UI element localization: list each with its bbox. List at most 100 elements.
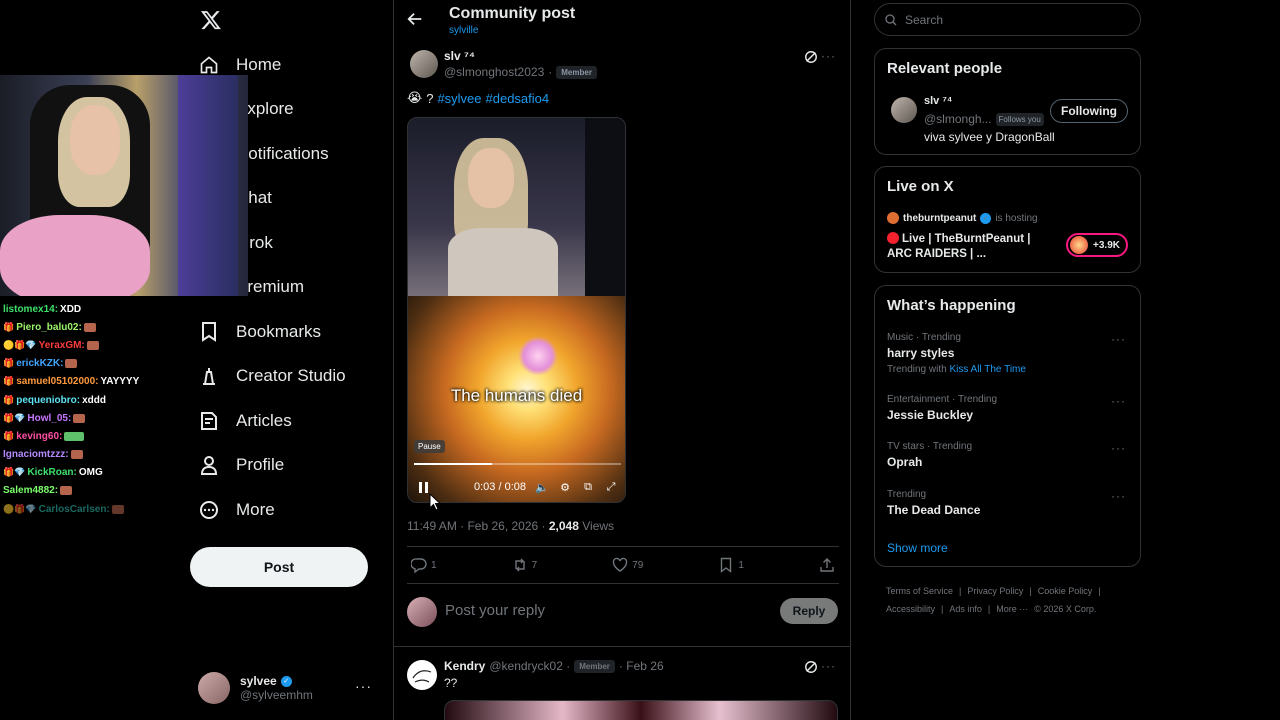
chat-user: erickKZK: <box>16 358 64 370</box>
whats-happening-card: What’s happening Music · Trending harry … <box>874 285 1141 567</box>
avatar[interactable] <box>410 50 438 78</box>
webcam-overlay <box>0 75 248 296</box>
post-button[interactable]: Post <box>190 547 368 587</box>
volume-icon[interactable]: 🔈 <box>535 480 549 494</box>
chat-message: 🎁 erickKZK: <box>3 355 243 373</box>
member-badge: Member <box>574 659 615 673</box>
reply-button[interactable]: Reply <box>780 598 838 624</box>
reply-action[interactable]: 1 <box>411 557 437 573</box>
chat-user: CarlosCarlsen: <box>38 503 110 515</box>
nav-label: Articles <box>236 411 292 430</box>
person-name[interactable]: slv ⁷⁴ <box>924 95 952 107</box>
back-arrow-icon[interactable] <box>406 10 424 28</box>
community-link[interactable]: sylville <box>449 25 478 36</box>
like-count: 79 <box>632 559 644 571</box>
listener-count[interactable]: +3.9K <box>1066 233 1128 257</box>
trend-topic: Oprah <box>887 455 923 469</box>
trend-item[interactable]: TV stars · Trending Oprah ··· <box>887 441 1130 469</box>
like-action[interactable]: 79 <box>612 557 643 573</box>
trend-topic: The Dead Dance <box>887 503 981 517</box>
footer-link[interactable]: Accessibility <box>886 604 935 614</box>
search-input[interactable] <box>905 12 1125 27</box>
fullscreen-icon[interactable]: ⤢ <box>604 480 618 494</box>
live-on-x-card[interactable]: Live on X theburntpeanut ✓ is hosting Li… <box>874 166 1141 273</box>
reply-author-handle[interactable]: @kendryck02 · <box>489 659 570 673</box>
avatar <box>198 672 230 704</box>
trend-topic: Jessie Buckley <box>887 408 974 422</box>
avatar[interactable] <box>407 660 437 690</box>
trend-item[interactable]: Music · Trending harry styles Trending w… <box>887 332 1130 375</box>
reply-media[interactable] <box>444 700 838 720</box>
avatar <box>887 212 899 224</box>
video-player[interactable]: The humans died Pause 0:03 / 0:08 🔈 ⚙ ⧉ … <box>407 117 626 503</box>
chat-message: 🟡🎁💎 CarlosCarlsen: <box>3 500 243 518</box>
chat-user: pequeniobro: <box>16 394 81 406</box>
badge-icon: 🎁💎 <box>3 467 26 478</box>
face <box>70 105 120 175</box>
more-icon[interactable]: ··· <box>821 659 836 673</box>
trend-category: Trending <box>887 489 927 500</box>
trend-item[interactable]: Trending The Dead Dance ··· <box>887 489 1130 517</box>
pip-icon[interactable]: ⧉ <box>581 480 595 494</box>
video-caption: The humans died <box>450 386 583 405</box>
page-title: Community post <box>449 5 576 22</box>
following-button[interactable]: Following <box>1050 99 1128 123</box>
hashtag-link[interactable]: #dedsafio4 <box>486 91 550 106</box>
footer-link[interactable]: More ··· <box>996 604 1028 614</box>
person-handle[interactable]: @slmongh... <box>924 112 992 126</box>
grok-icon[interactable] <box>804 50 818 64</box>
body <box>448 228 558 296</box>
bookmark-count: 1 <box>738 559 744 571</box>
separator: · <box>548 65 553 79</box>
more-icon[interactable]: ··· <box>1111 489 1126 503</box>
repost-action[interactable]: 7 <box>512 557 537 573</box>
trend-with-link[interactable]: Kiss All The Time <box>949 364 1026 375</box>
trend-item[interactable]: Entertainment · Trending Jessie Buckley … <box>887 394 1130 422</box>
grok-icon[interactable] <box>804 660 818 674</box>
post-text: 😭? #sylvee #dedsafio4 <box>407 90 549 106</box>
show-more-link[interactable]: Show more <box>887 541 948 555</box>
badge-icon: 🎁 <box>3 376 15 387</box>
more-icon[interactable]: ··· <box>1111 332 1126 346</box>
video-time: 0:03 / 0:08 <box>474 481 526 493</box>
author-name[interactable]: slv ⁷⁴ <box>444 49 475 63</box>
chat-message: 🎁💎 Howl_05: <box>3 409 243 427</box>
reply-text: ?? <box>444 676 458 690</box>
mouse-cursor-icon <box>429 493 441 511</box>
search-box[interactable] <box>874 3 1141 36</box>
settings-icon[interactable]: ⚙ <box>558 480 572 494</box>
x-logo-icon[interactable] <box>200 8 222 32</box>
emote-icon <box>60 486 73 496</box>
share-action[interactable] <box>819 557 835 573</box>
reply-author-name[interactable]: Kendry <box>444 659 485 673</box>
more-icon[interactable]: ··· <box>1111 394 1126 408</box>
live-host-row: theburntpeanut ✓ is hosting <box>887 212 1038 224</box>
hashtag-link[interactable]: #sylvee <box>437 91 481 106</box>
reply-author-row: Kendry @kendryck02 · Member · Feb 26 <box>444 659 664 673</box>
bookmark-icon <box>721 557 732 573</box>
person-bio: viva sylvee y DragonBall <box>924 130 1055 144</box>
footer-link[interactable]: Privacy Policy <box>967 586 1023 596</box>
more-icon[interactable]: ··· <box>821 49 836 63</box>
chat-user: Salem4882: <box>3 485 59 497</box>
card-title: Relevant people <box>887 60 1003 77</box>
chat-user: listomex14: <box>3 303 59 315</box>
bookmark-action[interactable]: 1 <box>718 557 744 573</box>
footer-link[interactable]: Terms of Service <box>886 586 953 596</box>
account-name: sylvee <box>240 674 277 688</box>
emote-icon <box>65 359 78 369</box>
search-icon <box>885 13 897 25</box>
video-progress-bar[interactable] <box>414 463 621 465</box>
account-switcher[interactable]: sylvee ✓ @sylveemhm ··· <box>198 668 378 708</box>
more-icon[interactable]: ··· <box>355 678 372 694</box>
reply-input[interactable]: Post your reply <box>445 602 545 619</box>
more-icon[interactable]: ··· <box>1111 441 1126 455</box>
post-meta: 11:49 AM · Feb 26, 2026 · 2,048 Views <box>407 519 614 533</box>
author-handle[interactable]: @slmonghost2023 <box>444 65 544 79</box>
footer-link[interactable]: Cookie Policy <box>1038 586 1093 596</box>
avatar[interactable] <box>891 97 917 123</box>
badge-icon: 🎁 <box>3 394 15 405</box>
video-progress-fill <box>414 463 492 465</box>
footer-link[interactable]: Ads info <box>949 604 982 614</box>
verified-icon: ✓ <box>280 675 292 687</box>
